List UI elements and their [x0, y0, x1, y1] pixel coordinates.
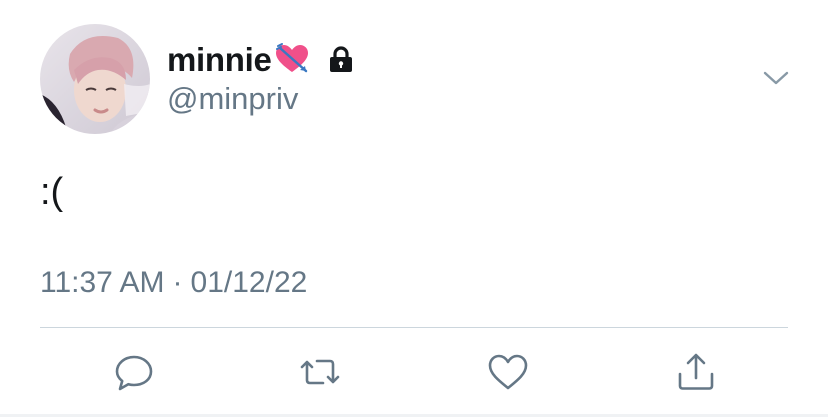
avatar[interactable] [40, 24, 150, 134]
display-name[interactable]: minnie [167, 41, 272, 79]
tweet-card: minnie @minpriv :( 11:37 AM · 01/12/22 [0, 0, 828, 417]
lock-icon [329, 46, 352, 72]
tweet-timestamp[interactable]: 11:37 AM · 01/12/22 [40, 266, 307, 300]
timestamp-separator: · [172, 266, 183, 299]
retweet-icon[interactable] [298, 350, 342, 394]
display-name-row: minnie [167, 38, 357, 82]
reply-icon[interactable] [112, 350, 156, 394]
divider [40, 327, 788, 328]
tweet-date: 01/12/22 [190, 266, 308, 299]
user-handle[interactable]: @minpriv [167, 81, 298, 117]
heart-with-arrow-emoji [275, 43, 308, 73]
share-icon[interactable] [674, 350, 718, 394]
tweet-time: 11:37 AM [40, 266, 165, 299]
chevron-down-icon[interactable] [762, 66, 790, 90]
avatar-image [40, 24, 150, 134]
like-icon[interactable] [486, 350, 530, 394]
tweet-text: :( [40, 171, 64, 213]
